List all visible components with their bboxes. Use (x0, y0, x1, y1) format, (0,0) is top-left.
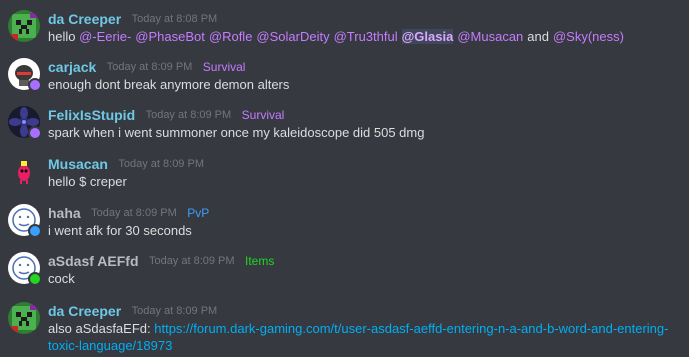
message-item: da Creeper Today at 8:08 PM hello @-Eeri… (0, 10, 689, 44)
mention[interactable]: @Glasia (401, 29, 454, 44)
message-item: Musacan Today at 8:09 PM hello $ creper (0, 155, 689, 189)
message-header: da Creeper Today at 8:09 PM (48, 302, 217, 320)
default-face-avatar[interactable] (8, 204, 42, 238)
creeper-avatar-image (8, 10, 40, 42)
mention[interactable]: @Sky(ness) (553, 29, 624, 44)
creeper-avatar-image (8, 302, 40, 334)
timestamp: Today at 8:08 PM (131, 13, 218, 25)
message-header: Musacan Today at 8:09 PM (48, 155, 204, 173)
pink-creature-avatar-image (8, 155, 40, 187)
role-tag: Survival (241, 108, 285, 122)
creeper-avatar[interactable] (8, 302, 40, 334)
message-item: aSdasf AEFfd Today at 8:09 PM Items cock (0, 252, 689, 286)
mention[interactable]: @Musacan (457, 29, 523, 44)
message-header: haha Today at 8:09 PM PvP (48, 204, 209, 222)
username[interactable]: da Creeper (48, 11, 121, 27)
message-content: hello @-Eerie- @PhaseBot @Rofle @SolarDeity… (48, 28, 678, 45)
role-tag: PvP (187, 206, 210, 220)
message-content: hello $ creper (48, 174, 127, 189)
message-content: enough dont break anymore demon alters (48, 77, 290, 92)
timestamp: Today at 8:09 PM (145, 109, 232, 121)
pink-creature-avatar[interactable] (8, 155, 40, 187)
message-item: da Creeper Today at 8:09 PM also aSdasfa… (0, 302, 689, 354)
timestamp: Today at 8:09 PM (91, 207, 177, 219)
dark-flower-avatar[interactable] (8, 106, 42, 140)
message-content: cock (48, 271, 75, 286)
message-item: carjack Today at 8:09 PM Survival enough… (0, 58, 689, 92)
message-item: FelixIsStupid Today at 8:09 PM Survival … (0, 106, 689, 140)
message-item: haha Today at 8:09 PM PvP i went afk for… (0, 204, 689, 238)
helmet-avatar[interactable] (8, 58, 42, 92)
username[interactable]: aSdasf AEFfd (48, 253, 139, 269)
role-tag: Items (245, 254, 275, 268)
username[interactable]: haha (48, 205, 81, 221)
mention[interactable]: @-Eerie- (79, 29, 131, 44)
username[interactable]: Musacan (48, 156, 108, 172)
mention[interactable]: @Tru3thful (334, 29, 398, 44)
chat-messages: da Creeper Today at 8:08 PM hello @-Eeri… (0, 0, 689, 357)
status-indicator (28, 78, 42, 92)
default-face-avatar[interactable] (8, 252, 42, 286)
message-content: spark when i went summoner once my kalei… (48, 125, 425, 140)
message-header: FelixIsStupid Today at 8:09 PM Survival (48, 106, 284, 124)
mention[interactable]: @SolarDeity (256, 29, 329, 44)
role-tag: Survival (202, 60, 246, 74)
message-header: da Creeper Today at 8:08 PM (48, 10, 217, 28)
status-indicator (28, 272, 42, 286)
message-text: hello (48, 29, 76, 44)
message-header: carjack Today at 8:09 PM Survival (48, 58, 245, 76)
message-content: also aSdasfaEFd: https://forum.dark-gami… (48, 320, 678, 354)
mention[interactable]: @PhaseBot (135, 29, 205, 44)
message-header: aSdasf AEFfd Today at 8:09 PM Items (48, 252, 274, 270)
timestamp: Today at 8:09 PM (148, 255, 235, 267)
message-content: i went afk for 30 seconds (48, 223, 192, 238)
status-indicator (28, 224, 42, 238)
timestamp: Today at 8:09 PM (131, 305, 218, 317)
message-text: and (527, 29, 549, 44)
message-text: also aSdasfaEFd: (48, 321, 151, 336)
creeper-avatar[interactable] (8, 10, 40, 42)
timestamp: Today at 8:09 PM (106, 61, 193, 73)
status-indicator (28, 126, 42, 140)
username[interactable]: FelixIsStupid (48, 107, 135, 123)
username[interactable]: da Creeper (48, 303, 121, 319)
timestamp: Today at 8:09 PM (118, 158, 204, 170)
username[interactable]: carjack (48, 59, 96, 75)
mention[interactable]: @Rofle (209, 29, 253, 44)
